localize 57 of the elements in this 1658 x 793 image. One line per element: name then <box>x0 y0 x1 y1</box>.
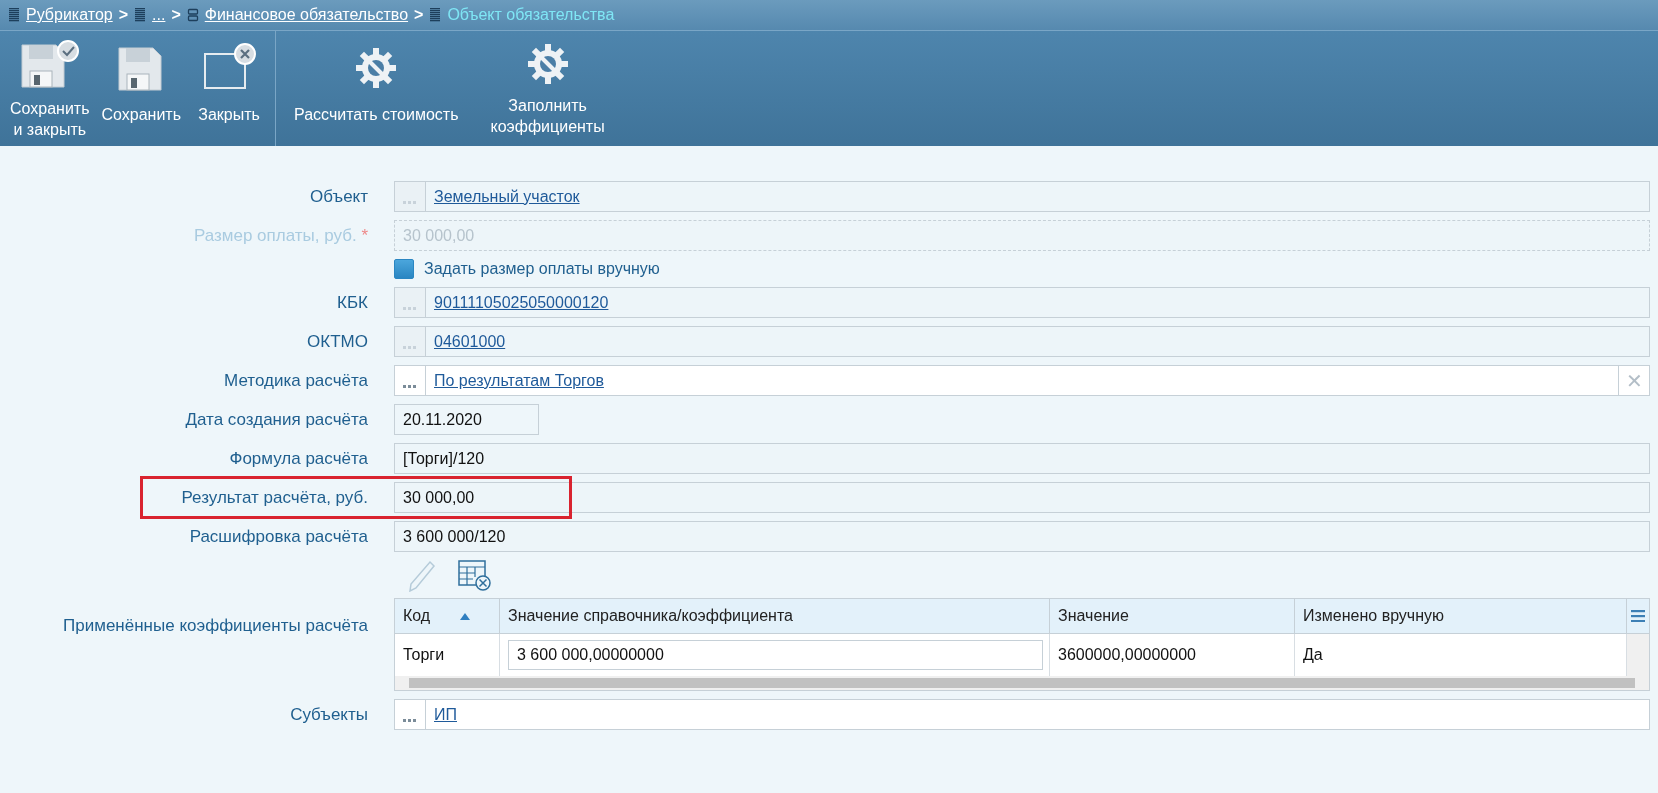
dots-icon <box>403 719 417 723</box>
table-delete-icon[interactable] <box>458 560 492 592</box>
column-header[interactable]: Код <box>395 599 500 634</box>
lookup-field[interactable]: 04601000 <box>394 326 1650 357</box>
field-label: Размер оплаты, руб. * <box>192 224 369 247</box>
breadcrumb-separator: > <box>118 6 129 24</box>
text-field[interactable]: 30 000,00 <box>394 482 1650 513</box>
column-header[interactable]: Изменено вручную <box>1295 599 1627 634</box>
list-icon <box>429 8 442 22</box>
column-header[interactable]: Значение справочника/коэффициента <box>500 599 1050 634</box>
dots-icon <box>403 201 417 205</box>
field-label: ОКТМО <box>306 330 369 353</box>
field-label: Субъекты <box>289 703 369 726</box>
field-label: Результат расчёта, руб. <box>180 486 369 509</box>
vertical-scrollbar[interactable] <box>1627 634 1649 676</box>
field-label: Применённые коэффициенты расчёта <box>62 614 369 637</box>
list-icon <box>8 8 20 22</box>
field-link[interactable]: Земельный участок <box>426 187 1649 206</box>
field-link[interactable]: По результатам Торгов <box>426 371 1618 390</box>
records-icon <box>186 8 199 22</box>
lookup-field[interactable]: ИП <box>394 699 1650 730</box>
breadcrumb-current: Объект обязательства <box>447 6 615 24</box>
dots-icon <box>403 385 417 389</box>
breadcrumb-separator: > <box>171 6 181 24</box>
breadcrumb-separator: > <box>414 6 424 24</box>
text-field[interactable]: 3 600 000/120 <box>394 521 1650 552</box>
toolbar-button[interactable]: Рассчитать стоимость <box>290 35 463 142</box>
toolbar-button[interactable]: Заполнить коэффициенты <box>486 35 609 142</box>
toolbar-button[interactable]: Сохранить <box>97 35 186 142</box>
field-label: Методика расчёта <box>223 369 369 392</box>
value-input[interactable]: 3 600 000,00000000 <box>508 640 1043 670</box>
breadcrumb-link[interactable]: ... <box>152 6 166 24</box>
field-label: КБК <box>336 291 369 314</box>
field-label: Объект <box>309 185 369 208</box>
field-label: Дата создания расчёта <box>184 408 369 431</box>
breadcrumb-link[interactable]: Финансовое обязательство <box>204 6 409 24</box>
dots-icon <box>403 307 417 311</box>
field-link[interactable]: ИП <box>426 705 1649 724</box>
list-icon <box>134 8 147 22</box>
checkbox[interactable] <box>394 259 414 279</box>
field-link[interactable]: 90111105025050000120 <box>426 293 1649 312</box>
toolbar-button[interactable]: Сохранить и закрыть <box>6 35 94 142</box>
field-link[interactable]: 04601000 <box>426 332 1649 351</box>
lookup-field[interactable]: По результатам Торгов ✕ <box>394 365 1650 396</box>
toolbar-button[interactable]: Закрыть <box>189 35 270 142</box>
field-label: Формула расчёта <box>228 447 369 470</box>
dots-icon <box>403 346 417 350</box>
date-field[interactable]: 20.11.2020 <box>394 404 539 435</box>
column-header[interactable]: Значение <box>1050 599 1295 634</box>
text-field[interactable]: [Торги]/120 <box>394 443 1650 474</box>
field-label: Расшифровка расчёта <box>188 525 369 548</box>
breadcrumb-link[interactable]: Рубрикатор <box>26 6 113 24</box>
menu-icon[interactable] <box>1631 610 1645 622</box>
lookup-field[interactable]: 90111105025050000120 <box>394 287 1650 318</box>
horizontal-scrollbar[interactable] <box>395 676 1649 690</box>
lookup-field[interactable]: Земельный участок <box>394 181 1650 212</box>
checkbox-label: Задать размер оплаты вручную <box>424 260 660 278</box>
